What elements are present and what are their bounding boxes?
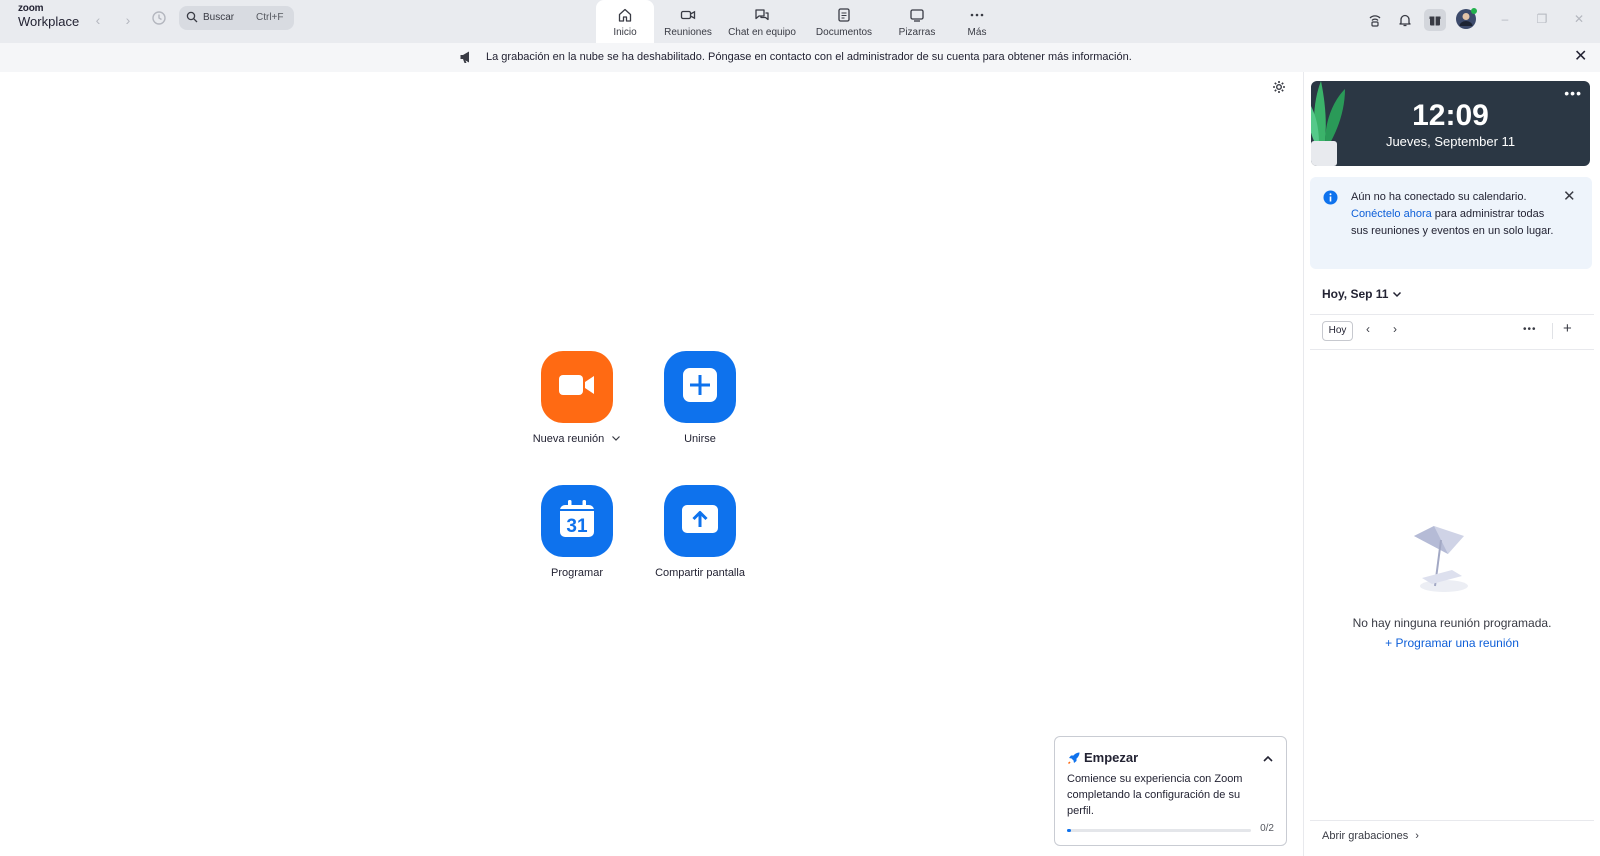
today-button[interactable]: Hoy (1322, 321, 1353, 341)
close-banner-icon[interactable]: ✕ (1574, 49, 1587, 65)
tab-label: Pizarras (898, 27, 936, 38)
video-icon (660, 0, 716, 22)
new-meeting-tile[interactable] (541, 351, 613, 423)
share-screen-label: Compartir pantalla (655, 567, 745, 579)
phone-status-icon[interactable] (1364, 9, 1386, 31)
schedule-meeting-link[interactable]: + Programar una reunión (1310, 636, 1594, 650)
join-label: Unirse (684, 433, 716, 445)
tab-pizarras[interactable]: Pizarras (890, 0, 944, 43)
tab-label: Documentos (815, 27, 873, 38)
open-recordings-link[interactable]: Abrir grabaciones › (1322, 830, 1419, 842)
logo-brand: zoom (18, 3, 44, 14)
bell-icon[interactable] (1394, 9, 1416, 31)
title-bar: zoom Workplace ‹ › Buscar Ctrl+F Inicio … (0, 0, 1600, 43)
divider (1310, 349, 1594, 350)
clock-date: Jueves, September 11 (1385, 134, 1516, 149)
progress-fill (1067, 829, 1071, 832)
restore-icon[interactable]: ❐ (1533, 10, 1551, 28)
divider (1310, 820, 1594, 821)
tab-inicio[interactable]: Inicio (596, 0, 654, 43)
schedule-button[interactable]: 31 Programar (527, 485, 627, 579)
history-icon[interactable] (150, 9, 170, 29)
prev-day-icon[interactable]: ‹ (1366, 322, 1370, 336)
chevron-right-icon: › (1415, 830, 1419, 842)
share-screen-button[interactable]: Compartir pantalla (650, 485, 750, 579)
calendar-icon: 31 (559, 499, 595, 543)
tab-reuniones[interactable]: Reuniones (660, 0, 716, 43)
schedule-tile[interactable]: 31 (541, 485, 613, 557)
video-camera-icon (558, 372, 596, 403)
plus-icon: + (1385, 636, 1396, 650)
chat-icon (724, 0, 800, 22)
search-shortcut: Ctrl+F (256, 12, 284, 23)
get-started-card: Empezar Comience su experiencia con Zoom… (1054, 736, 1287, 846)
chevron-up-icon[interactable] (1262, 751, 1274, 769)
rocket-icon (1067, 751, 1081, 770)
search-label: Buscar (203, 12, 235, 23)
app-logo: zoom Workplace (18, 3, 80, 29)
get-started-text: Comience su experiencia con Zoom complet… (1067, 773, 1243, 817)
search-icon (186, 11, 198, 26)
connect-calendar-link[interactable]: Conéctelo ahora (1351, 208, 1432, 220)
schedule-label: Programar (551, 567, 603, 579)
megaphone-icon (459, 50, 474, 67)
more-icon (956, 0, 998, 22)
share-screen-tile[interactable] (664, 485, 736, 557)
add-event-icon[interactable]: + (1563, 320, 1572, 337)
clock-more-icon[interactable]: ••• (1564, 85, 1582, 101)
no-meetings-text: No hay ninguna reunión programada. (1352, 616, 1552, 630)
close-window-icon[interactable]: ✕ (1570, 10, 1588, 28)
back-arrow-icon[interactable]: ‹ (88, 10, 108, 30)
close-notice-icon[interactable]: ✕ (1563, 188, 1576, 205)
forward-arrow-icon[interactable]: › (118, 10, 138, 30)
get-started-progress-bar (1067, 829, 1251, 832)
document-icon (812, 0, 876, 22)
tab-label: Reuniones (664, 27, 712, 38)
gear-icon[interactable] (1272, 80, 1286, 99)
join-tile[interactable] (664, 351, 736, 423)
minimize-icon[interactable]: – (1496, 10, 1514, 28)
calendar-notice: Aún no ha conectado su calendario. Conéct… (1310, 177, 1592, 269)
new-meeting-label: Nueva reunión (527, 433, 627, 445)
tab-documentos[interactable]: Documentos (812, 0, 876, 43)
calendar-more-icon[interactable]: ••• (1523, 324, 1537, 335)
get-started-title: Empezar (1084, 750, 1139, 765)
clock-time: 12:09 (1412, 99, 1489, 132)
info-icon (1323, 190, 1338, 211)
calendar-notice-text: Aún no ha conectado su calendario. Conéct… (1351, 191, 1554, 237)
tab-label: Chat en equipo (728, 27, 796, 38)
day-selector[interactable]: Hoy, Sep 11 (1322, 287, 1402, 301)
home-icon (596, 0, 654, 22)
plus-icon (682, 367, 718, 408)
tab-chat[interactable]: Chat en equipo (724, 0, 800, 43)
panel-divider (1303, 72, 1304, 856)
next-day-icon[interactable]: › (1393, 322, 1397, 336)
join-button[interactable]: Unirse (650, 351, 750, 445)
calendar-day-number: 31 (566, 516, 588, 537)
tab-label: Más (967, 27, 987, 38)
clock-card: 12:09 Jueves, September 11 ••• (1311, 81, 1590, 166)
logo-product: Workplace (18, 14, 80, 29)
cloud-recording-banner: La grabación en la nube se ha deshabilit… (0, 43, 1600, 72)
divider-small (1552, 323, 1553, 339)
banner-text: La grabación en la nube se ha deshabilit… (486, 51, 1132, 63)
upload-arrow-icon (681, 504, 719, 539)
chevron-down-icon (612, 436, 621, 441)
tab-label: Inicio (613, 27, 637, 38)
avatar[interactable] (1455, 8, 1477, 30)
umbrella-illustration (1408, 522, 1478, 599)
get-started-progress-count: 0/2 (1260, 823, 1274, 834)
divider (1310, 314, 1594, 315)
whiteboard-icon (890, 0, 944, 22)
gift-icon[interactable] (1424, 9, 1446, 31)
new-meeting-button[interactable]: Nueva reunión (527, 351, 627, 445)
search-bar[interactable]: Buscar Ctrl+F (179, 6, 294, 30)
chevron-down-icon (1392, 291, 1401, 298)
tab-mas[interactable]: Más (956, 0, 998, 43)
